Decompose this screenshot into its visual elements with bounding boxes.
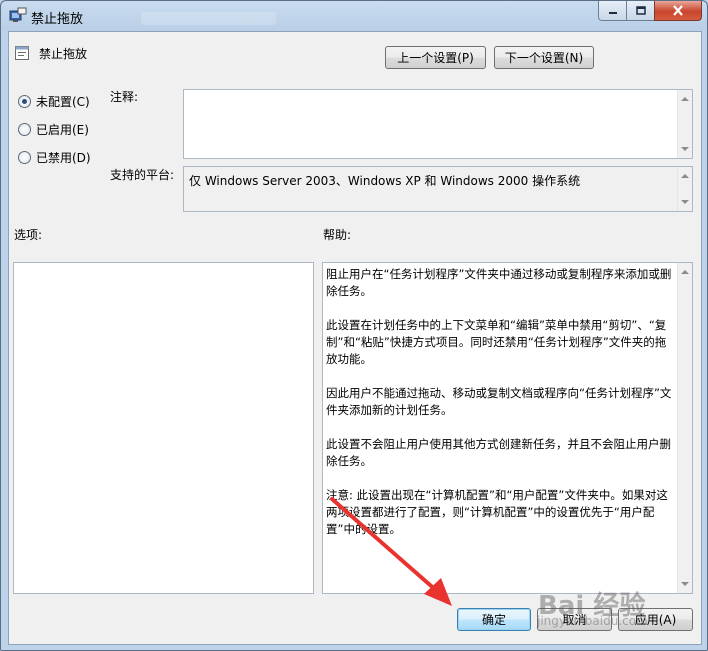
radio-enabled[interactable]: 已启用(E) [18,121,89,138]
options-label: 选项: [14,228,43,242]
baidu-watermark-url: jingyan.baidu.com [537,614,648,628]
policy-name: 禁止拖放 [39,47,88,61]
help-label: 帮助: [323,228,352,242]
scroll-down-icon[interactable] [681,147,689,151]
platform-scrollbar[interactable] [677,167,692,211]
dialog-window: 禁止拖放 禁止拖放 上一个设置(P) 下一个设置(N) 未配置(C) 已启用(E… [0,0,708,651]
radio-button[interactable] [18,123,31,136]
platform-label: 支持的平台: [110,168,175,182]
ok-button[interactable]: 确定 [457,608,531,631]
next-setting-button[interactable]: 下一个设置(N) [494,46,594,69]
maximize-icon [635,6,646,15]
radio-label: 已禁用(D) [36,151,91,165]
previous-setting-button[interactable]: 上一个设置(P) [385,46,486,69]
maximize-button[interactable] [626,1,655,21]
help-paragraph: 因此用户不能通过拖动、移动或复制文档或程序向“任务计划程序”文件夹添加新的计划任… [326,386,672,417]
scroll-down-icon[interactable] [681,582,689,586]
close-button[interactable] [654,1,702,21]
scroll-down-icon[interactable] [681,200,689,204]
help-pane: 阻止用户在“任务计划程序”文件夹中通过移动或复制程序来添加或删除任务。 此设置在… [322,262,693,594]
setting-icon [15,46,29,60]
help-paragraph: 此设置在计划任务中的上下文菜单和“编辑”菜单中禁用“剪切”、“复制”和“粘贴”快… [326,318,667,366]
radio-button[interactable] [18,151,31,164]
radio-not-configured[interactable]: 未配置(C) [18,93,90,110]
platform-value: 仅 Windows Server 2003、Windows XP 和 Windo… [189,174,581,188]
blurred-title-text [141,12,276,25]
title-bar[interactable]: 禁止拖放 [1,1,707,31]
help-paragraph: 阻止用户在“任务计划程序”文件夹中通过移动或复制程序来添加或删除任务。 [326,267,672,298]
window-title: 禁止拖放 [31,12,84,27]
dialog-body: 禁止拖放 上一个设置(P) 下一个设置(N) 未配置(C) 已启用(E) 已禁用… [8,31,702,645]
help-scrollbar[interactable] [677,263,692,593]
radio-disabled[interactable]: 已禁用(D) [18,149,91,166]
minimize-icon [608,11,617,14]
help-paragraph: 此设置不会阻止用户使用其他方式创建新任务，并且不会阻止用户删除任务。 [326,437,671,468]
help-paragraph: 注意: 此设置出现在“计算机配置”和“用户配置”文件夹中。如果对这两项设置都进行… [326,488,668,536]
scroll-up-icon[interactable] [681,97,689,101]
minimize-button[interactable] [598,1,627,21]
radio-label: 已启用(E) [36,123,89,137]
radio-label: 未配置(C) [36,95,90,109]
scroll-up-icon[interactable] [681,174,689,178]
comment-textarea[interactable] [183,89,693,159]
group-policy-icon [9,7,27,22]
radio-button-selected[interactable] [18,95,31,108]
options-pane [13,262,314,594]
platform-box: 仅 Windows Server 2003、Windows XP 和 Windo… [183,166,693,212]
scroll-up-icon[interactable] [681,270,689,274]
close-icon [673,5,683,16]
comment-label: 注释: [110,90,139,104]
help-text: 阻止用户在“任务计划程序”文件夹中通过移动或复制程序来添加或删除任务。 此设置在… [326,266,674,555]
comment-scrollbar[interactable] [677,90,692,158]
